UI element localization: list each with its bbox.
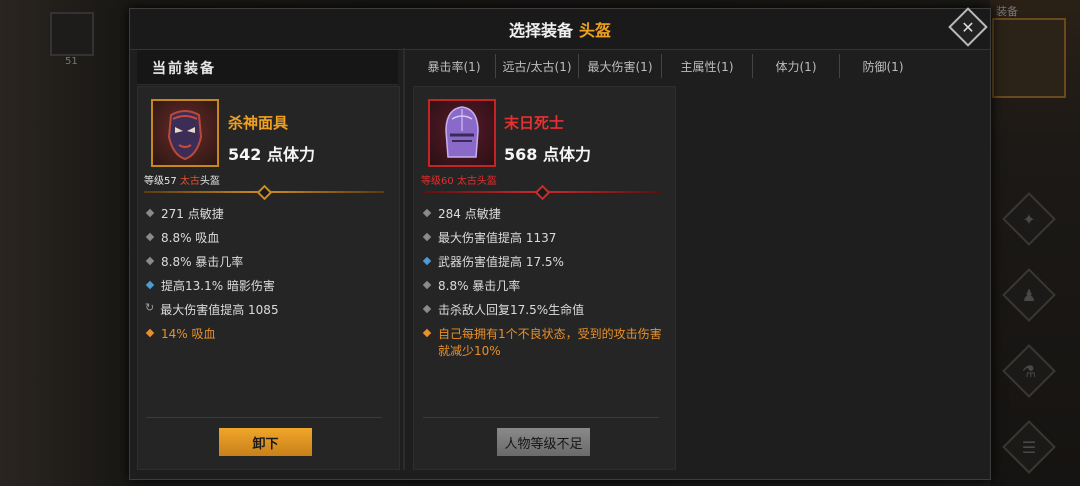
attribute-text: 14% 吸血: [161, 327, 216, 341]
attribute-row: 8.8% 暴击几率: [421, 277, 671, 294]
gray-bullet-icon: [145, 232, 155, 242]
list-icon: ☰: [1021, 437, 1037, 457]
attribute-row: 提高13.1% 暗影伤害: [144, 277, 384, 294]
separator: [423, 417, 659, 418]
attribute-row: 14% 吸血: [144, 325, 384, 342]
dialog-title-slot: 头盔: [579, 21, 612, 40]
gray-bullet-icon: [422, 232, 432, 242]
current-item-name: 杀神面具: [228, 114, 289, 132]
blue-bullet-icon: [145, 280, 155, 290]
background-slot-number: 51: [65, 56, 78, 67]
compare-item-name: 末日死士: [504, 114, 565, 132]
background-right-slot: [992, 18, 1066, 98]
attribute-row: 击杀敌人回复17.5%生命值: [421, 301, 671, 318]
tab-ancient[interactable]: 远古/太古(1): [496, 54, 579, 78]
attribute-row: 271 点敏捷: [144, 205, 384, 222]
gray-bullet-icon: [422, 304, 432, 314]
gray-bullet-icon: [145, 208, 155, 218]
tab-crit-rate[interactable]: 暴击率(1): [413, 54, 496, 78]
attribute-row: ↻ 最大伤害值提高 1085: [144, 301, 384, 318]
dialog-title: 选择装备: [508, 21, 573, 40]
attribute-row: 8.8% 暴击几率: [144, 253, 384, 270]
level-insufficient-button: 人物等级不足: [497, 428, 590, 456]
attribute-text: 最大伤害值提高 1137: [438, 231, 557, 245]
background-right-title: 装备: [996, 5, 1018, 18]
level-text: 等级57: [144, 176, 180, 187]
gray-bullet-icon: [145, 256, 155, 266]
tab-max-damage[interactable]: 最大伤害(1): [579, 54, 662, 78]
column-divider: [403, 48, 405, 470]
close-icon[interactable]: ✕: [954, 13, 982, 41]
attribute-text: 284 点敏捷: [438, 207, 501, 221]
attribute-row: 武器伤害值提高 17.5%: [421, 253, 671, 270]
rarity-text: 太古: [179, 176, 200, 187]
current-item-main-stat: 542 点体力: [228, 145, 315, 164]
attribute-text: 提高13.1% 暗影伤害: [161, 279, 275, 293]
compare-item-level: 等级60 太古头盔: [421, 176, 497, 187]
filter-tabs: 暴击率(1) 远古/太古(1) 最大伤害(1) 主属性(1) 体力(1) 防御(…: [413, 54, 926, 80]
mask-icon: [167, 110, 203, 161]
background-slot: [50, 12, 94, 56]
orange-bullet-icon: [145, 328, 155, 338]
attribute-text: 271 点敏捷: [161, 207, 224, 221]
tab-defense[interactable]: 防御(1): [840, 54, 926, 78]
attribute-text: 击杀敌人回复17.5%生命值: [438, 303, 585, 317]
attribute-text: 武器伤害值提高 17.5%: [438, 255, 564, 269]
current-item-icon: [151, 99, 219, 167]
potion-icon: ⚗: [1021, 361, 1037, 381]
dialog-title-bar: 选择装备 头盔: [130, 9, 990, 50]
current-equipment-title: 当前装备: [152, 61, 216, 77]
current-equipment-header: 当前装备: [137, 50, 398, 85]
attribute-text: 最大伤害值提高 1085: [160, 303, 279, 317]
attribute-text: 8.8% 暴击几率: [438, 279, 521, 293]
attribute-row: 284 点敏捷: [421, 205, 671, 222]
blue-bullet-icon: [422, 256, 432, 266]
attribute-text: 8.8% 吸血: [161, 231, 220, 245]
helmet-icon: [445, 106, 479, 158]
separator: [146, 417, 382, 418]
gray-bullet-icon: [422, 208, 432, 218]
compare-item-main-stat: 568 点体力: [504, 145, 591, 164]
people-icon: ♟: [1021, 285, 1037, 305]
refresh-icon: ↻: [145, 301, 155, 314]
tab-main-attribute[interactable]: 主属性(1): [662, 54, 753, 78]
attribute-text: 8.8% 暴击几率: [161, 255, 244, 269]
attribute-text: 自己每拥有1个不良状态，受到的攻击伤害就减少10%: [438, 327, 662, 358]
attribute-row: 自己每拥有1个不良状态，受到的攻击伤害就减少10%: [421, 325, 671, 359]
orange-bullet-icon: [422, 328, 432, 338]
compare-item-icon: [428, 99, 496, 167]
tab-vitality[interactable]: 体力(1): [753, 54, 840, 78]
current-item-level: 等级57 太古头盔: [144, 172, 220, 187]
gray-bullet-icon: [422, 280, 432, 290]
skill-icon: ✦: [1022, 209, 1036, 229]
attribute-row: 最大伤害值提高 1137: [421, 229, 671, 246]
attribute-row: 8.8% 吸血: [144, 229, 384, 246]
unequip-button[interactable]: 卸下: [219, 428, 312, 456]
slot-text: 头盔: [199, 176, 220, 187]
